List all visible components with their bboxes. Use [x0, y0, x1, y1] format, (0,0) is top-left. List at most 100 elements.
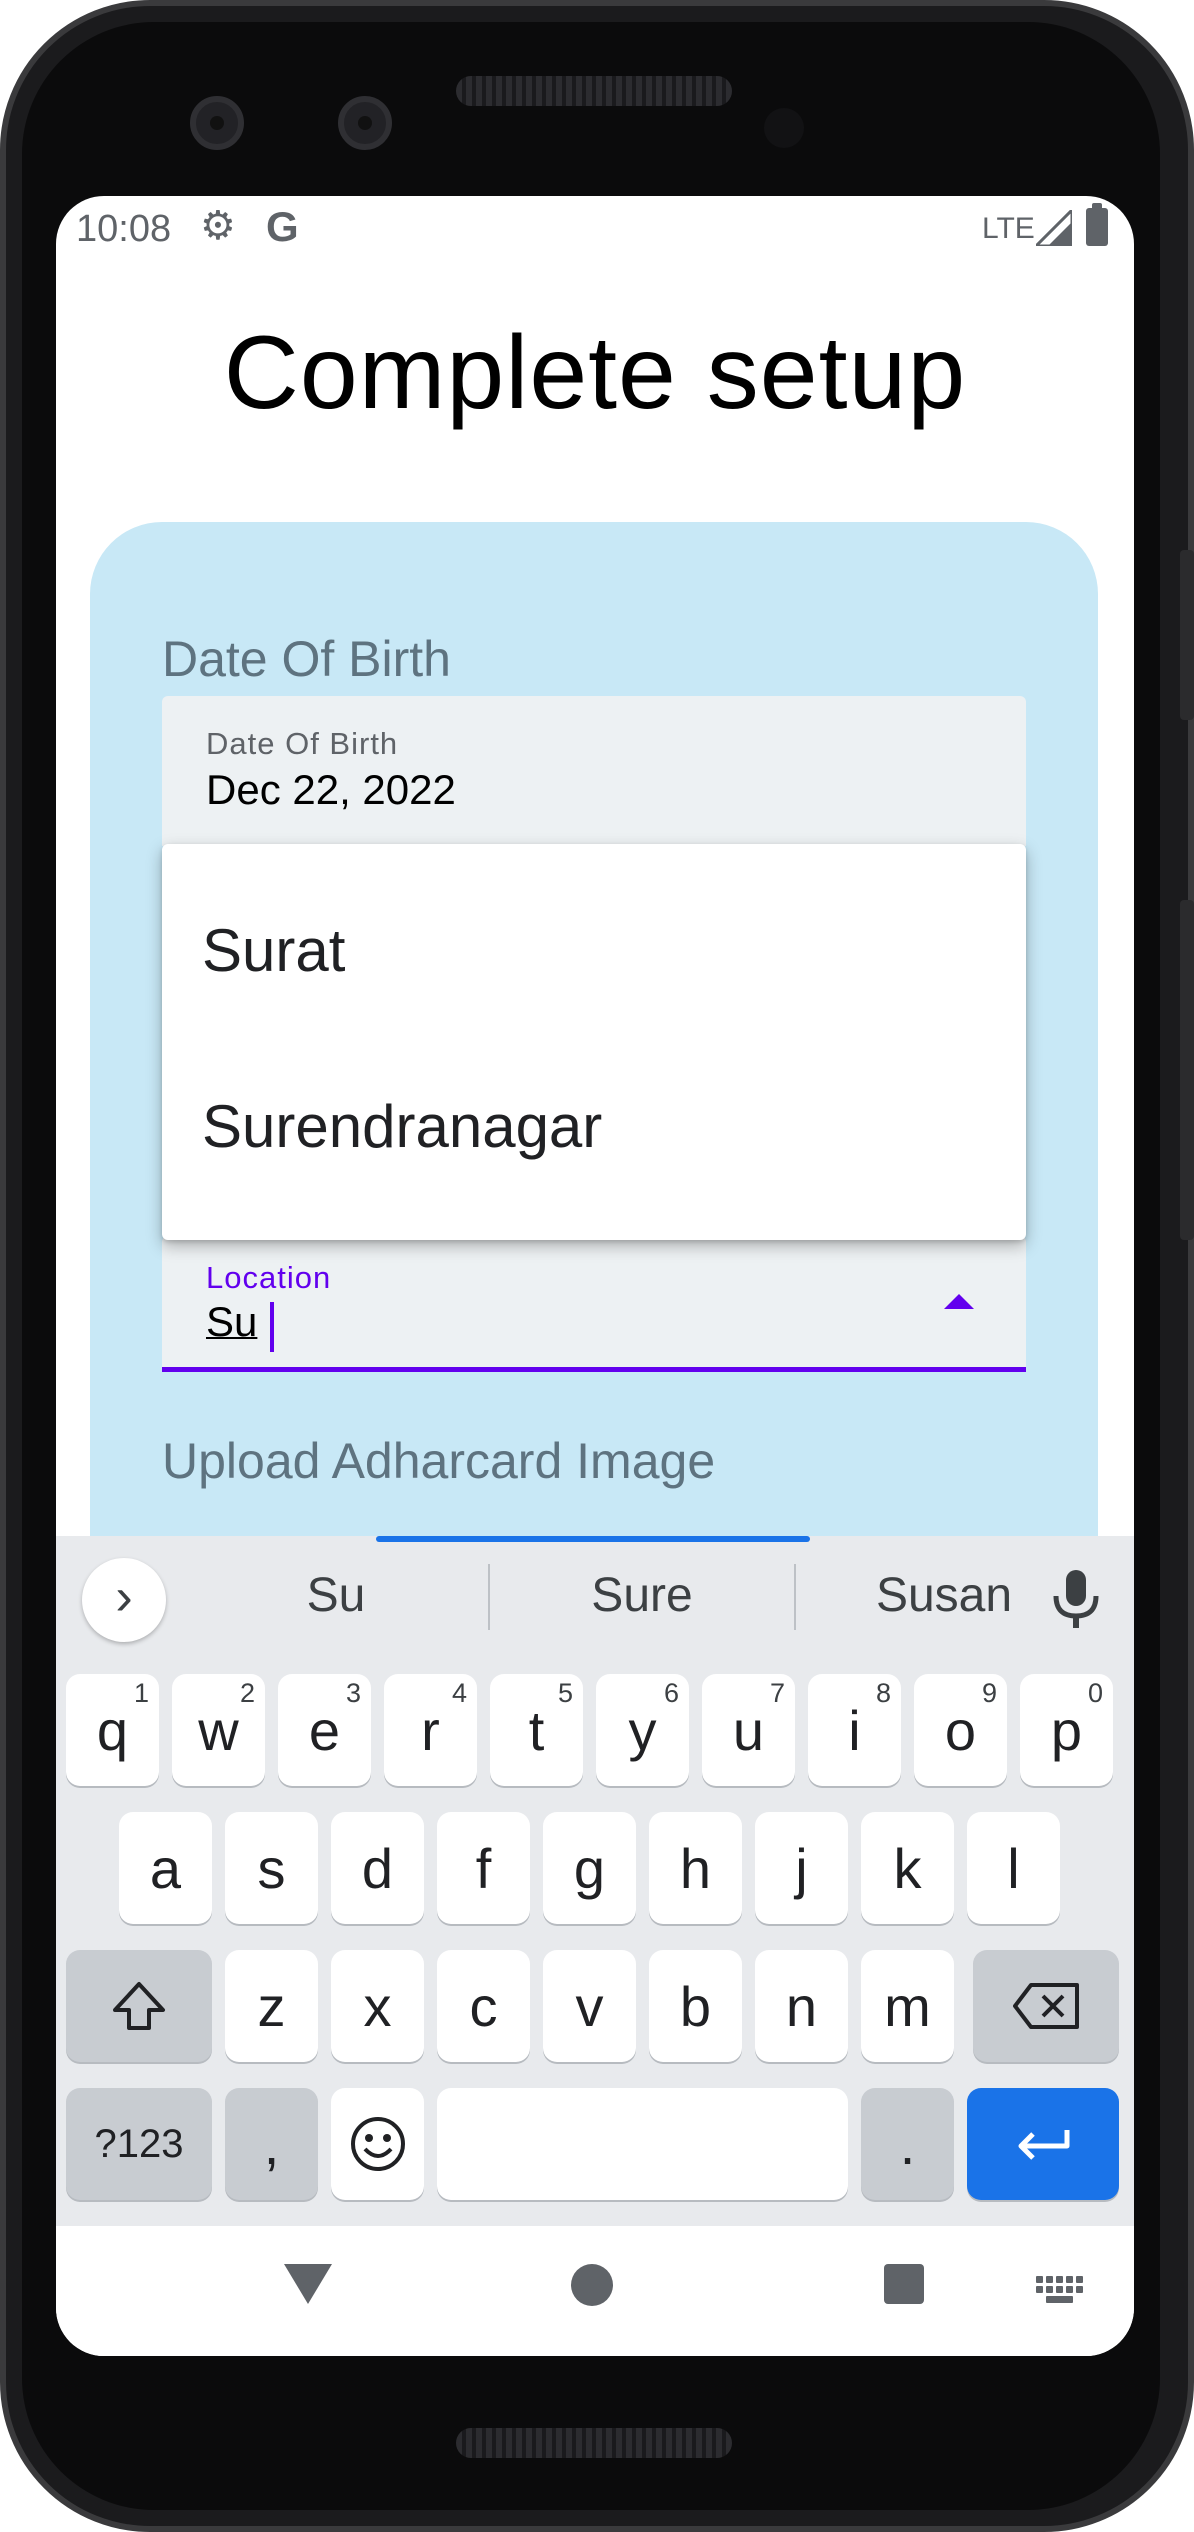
upload-section-label: Upload Adharcard Image — [162, 1433, 716, 1489]
period-key[interactable]: . — [861, 2088, 954, 2200]
key-l[interactable]: l — [967, 1812, 1060, 1924]
signal-icon — [1036, 210, 1072, 246]
back-icon[interactable] — [284, 2264, 332, 2304]
home-icon[interactable] — [571, 2264, 613, 2306]
proximity-sensor — [764, 108, 804, 148]
backspace-icon — [1013, 1983, 1079, 2029]
microphone-icon[interactable] — [1046, 1566, 1106, 1630]
enter-key[interactable] — [967, 2088, 1119, 2200]
key-o[interactable]: o9 — [914, 1674, 1007, 1786]
key-m[interactable]: m — [861, 1950, 954, 2062]
location-field-caption: Location — [206, 1260, 332, 1295]
suggestion-1[interactable]: Su — [186, 1568, 486, 1623]
network-type: LTE — [982, 212, 1035, 245]
gear-icon: ⚙ — [200, 204, 236, 248]
enter-icon — [1018, 2130, 1070, 2160]
dob-field[interactable]: Date Of Birth Dec 22, 2022 — [162, 696, 1026, 846]
key-t[interactable]: t5 — [490, 1674, 583, 1786]
shift-icon — [113, 1982, 165, 2030]
key-label: u — [732, 1698, 765, 1762]
key-c[interactable]: c — [437, 1950, 530, 2062]
top-speaker — [456, 76, 732, 106]
front-camera-icon — [338, 96, 392, 150]
dob-section-label: Date Of Birth — [162, 631, 451, 687]
key-v[interactable]: v — [543, 1950, 636, 2062]
key-e[interactable]: e3 — [278, 1674, 371, 1786]
dropdown-option-surendranagar[interactable]: Surendranagar — [202, 1092, 602, 1161]
dropdown-option-surat[interactable]: Surat — [202, 916, 345, 985]
front-camera-icon — [190, 96, 244, 150]
space-key[interactable] — [437, 2088, 848, 2200]
key-i[interactable]: i8 — [808, 1674, 901, 1786]
backspace-key[interactable] — [973, 1950, 1119, 2062]
comma-key[interactable]: , — [225, 2088, 318, 2200]
key-hint: 8 — [875, 1678, 891, 1708]
key-u[interactable]: u7 — [702, 1674, 795, 1786]
key-hint: 2 — [239, 1678, 255, 1708]
key-hint: 9 — [981, 1678, 997, 1708]
key-j[interactable]: j — [755, 1812, 848, 1924]
key-hint: 0 — [1087, 1678, 1103, 1708]
battery-icon — [1086, 203, 1108, 246]
status-time: 10:08 — [76, 208, 172, 250]
key-x[interactable]: x — [331, 1950, 424, 2062]
key-r[interactable]: r4 — [384, 1674, 477, 1786]
google-icon: G — [266, 203, 299, 250]
suggestion-divider — [488, 1564, 490, 1630]
bottom-speaker — [456, 2428, 732, 2458]
key-k[interactable]: k — [861, 1812, 954, 1924]
key-d[interactable]: d — [331, 1812, 424, 1924]
key-label: o — [944, 1698, 977, 1762]
volume-button — [1180, 900, 1194, 1240]
key-hint: 3 — [345, 1678, 361, 1708]
location-dropdown-menu: Surat Surendranagar — [162, 844, 1026, 1240]
navigation-bar — [56, 2226, 1134, 2356]
text-cursor — [270, 1302, 274, 1352]
keyboard-switch-icon[interactable] — [1036, 2276, 1084, 2303]
key-s[interactable]: s — [225, 1812, 318, 1924]
key-label: q — [96, 1698, 129, 1762]
dob-field-caption: Date Of Birth — [206, 726, 399, 761]
key-label: y — [628, 1698, 657, 1762]
key-y[interactable]: y6 — [596, 1674, 689, 1786]
key-label: r — [421, 1698, 440, 1762]
recents-icon[interactable] — [884, 2264, 924, 2304]
key-label: t — [528, 1698, 545, 1762]
key-hint: 5 — [557, 1678, 573, 1708]
key-q[interactable]: q1 — [66, 1674, 159, 1786]
key-label: e — [308, 1698, 341, 1762]
key-hint: 4 — [451, 1678, 467, 1708]
location-field[interactable]: Location Su — [162, 1236, 1026, 1372]
page-title: Complete setup — [223, 315, 967, 431]
key-h[interactable]: h — [649, 1812, 742, 1924]
power-button — [1180, 550, 1194, 720]
key-z[interactable]: z — [225, 1950, 318, 2062]
emoji-icon — [350, 2117, 405, 2171]
location-input-text: Su — [206, 1298, 258, 1345]
key-g[interactable]: g — [543, 1812, 636, 1924]
key-f[interactable]: f — [437, 1812, 530, 1924]
key-hint: 6 — [663, 1678, 679, 1708]
expand-toolbar-icon[interactable]: › — [82, 1558, 166, 1642]
key-p[interactable]: p0 — [1020, 1674, 1113, 1786]
dob-field-value: Dec 22, 2022 — [206, 766, 456, 813]
location-input[interactable]: Su — [206, 1298, 257, 1346]
key-label: i — [848, 1698, 861, 1762]
shift-key[interactable] — [66, 1950, 212, 2062]
emoji-key[interactable] — [331, 2088, 424, 2200]
key-hint: 1 — [133, 1678, 149, 1708]
key-hint: 7 — [769, 1678, 785, 1708]
dropdown-arrow-icon[interactable] — [944, 1294, 974, 1309]
key-n[interactable]: n — [755, 1950, 848, 2062]
suggestion-bar: › Su Sure Susan — [56, 1536, 1134, 1660]
key-b[interactable]: b — [649, 1950, 742, 2062]
suggestion-2[interactable]: Sure — [492, 1568, 792, 1623]
key-a[interactable]: a — [119, 1812, 212, 1924]
key-label: p — [1050, 1698, 1083, 1762]
symbols-key[interactable]: ?123 — [66, 2088, 212, 2200]
device-screen: 10:08 ⚙ G LTE Complete setup Date Of Bir… — [56, 196, 1134, 2356]
status-bar: 10:08 ⚙ G LTE — [56, 196, 1134, 266]
key-label: w — [198, 1698, 239, 1762]
soft-keyboard: › Su Sure Susan q1 w2 e3 r4 t5 y6 u7 i8 … — [56, 1536, 1134, 2226]
key-w[interactable]: w2 — [172, 1674, 265, 1786]
